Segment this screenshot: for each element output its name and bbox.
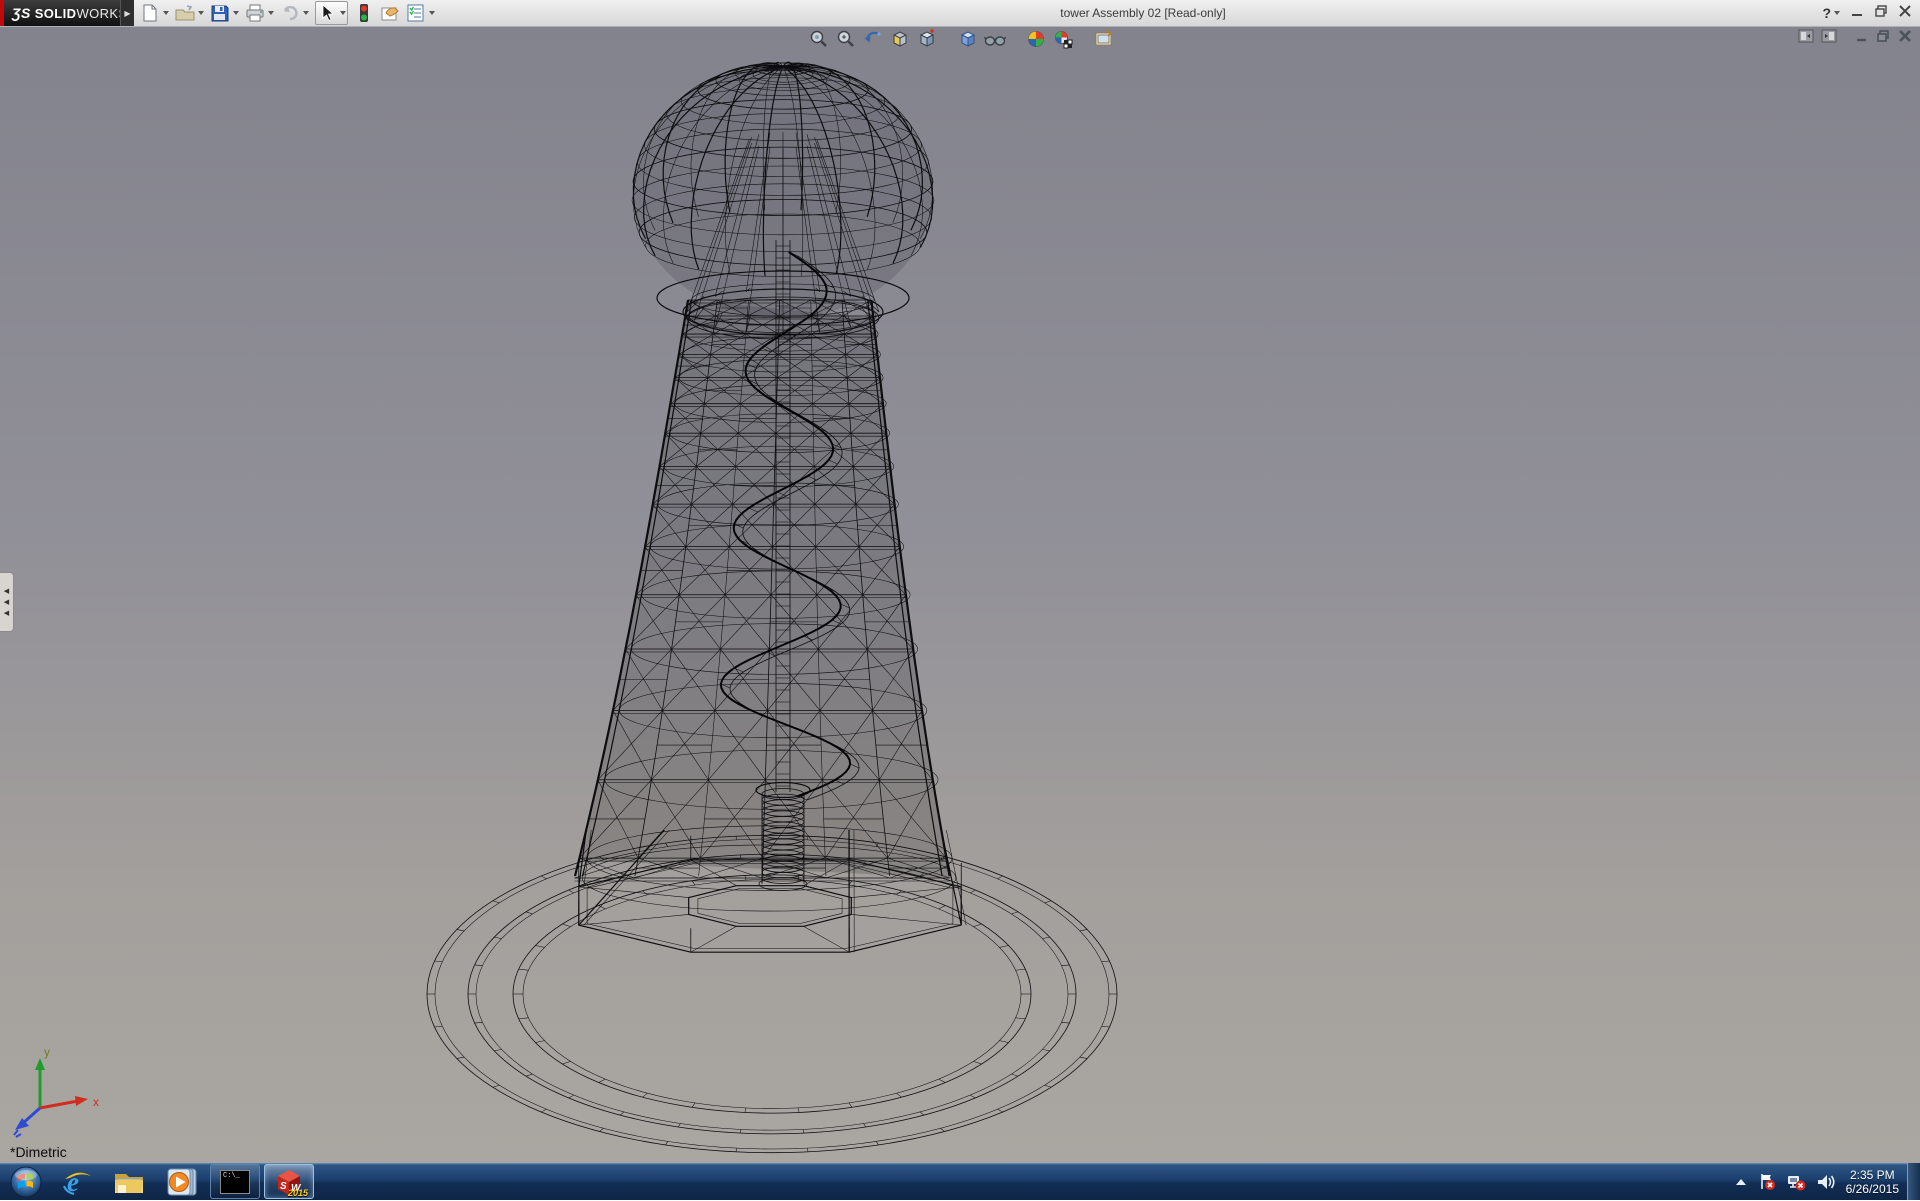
volume-button[interactable]: [1816, 1173, 1836, 1191]
action-center-flag-icon: [1758, 1173, 1776, 1191]
display-style-icon[interactable]: [957, 28, 979, 50]
help-button[interactable]: ?: [1822, 5, 1840, 21]
system-tray: 2:35 PM 6/26/2015: [1734, 1163, 1920, 1200]
new-document-icon: [140, 3, 160, 23]
windows-start-orb-icon: [9, 1165, 43, 1199]
undo-dropdown-caret[interactable]: [303, 11, 309, 15]
windows-taskbar: e C:\_ S: [0, 1163, 1920, 1200]
stoplight-icon: [354, 3, 374, 23]
command-prompt-icon: C:\_: [220, 1170, 250, 1194]
feature-panel-collapsed-tab[interactable]: ◀ ◀ ◀: [0, 572, 14, 632]
zoom-to-fit-icon[interactable]: [808, 28, 830, 50]
taskbar-clock[interactable]: 2:35 PM 6/26/2015: [1846, 1168, 1899, 1196]
speaker-icon: [1816, 1173, 1836, 1191]
menu-expand-arrow[interactable]: ▶: [120, 0, 134, 26]
brand-bold: SOLID: [35, 6, 77, 21]
stoplight-button[interactable]: [354, 3, 374, 23]
clock-date: 6/26/2015: [1846, 1182, 1899, 1196]
edit-appearance-icon[interactable]: [1025, 28, 1047, 50]
select-dropdown-caret[interactable]: [340, 11, 346, 15]
doc-minimize-button[interactable]: [1855, 29, 1869, 48]
collapse-arrow-icon: ◀: [4, 610, 9, 617]
taskbar-windows-explorer[interactable]: [104, 1165, 156, 1198]
taskbar-media-player[interactable]: [156, 1165, 208, 1198]
show-hidden-icons-button[interactable]: [1734, 1177, 1748, 1187]
pane-right-icon[interactable]: [1821, 29, 1837, 48]
taskbar-internet-explorer[interactable]: e: [52, 1165, 104, 1198]
solidworks-2015-icon: S W 2015: [274, 1168, 304, 1196]
wireframe-tower-model[interactable]: [0, 26, 1920, 1163]
sketch-button[interactable]: [380, 3, 400, 23]
open-dropdown-caret[interactable]: [198, 11, 204, 15]
doc-restore-button[interactable]: [1876, 29, 1891, 48]
new-dropdown-caret[interactable]: [163, 11, 169, 15]
restore-button[interactable]: [1874, 4, 1888, 23]
collapse-arrow-icon: ◀: [4, 599, 9, 606]
pane-left-icon[interactable]: [1798, 29, 1814, 48]
save-dropdown-caret[interactable]: [233, 11, 239, 15]
minimize-button[interactable]: [1850, 4, 1864, 23]
hide-show-items-icon[interactable]: [984, 28, 1006, 50]
options-button[interactable]: [406, 3, 435, 23]
brand-accent-stripe: [0, 0, 4, 26]
network-disconnected-icon: [1786, 1173, 1806, 1191]
select-cursor-icon: [317, 3, 337, 23]
zoom-to-area-icon[interactable]: [835, 28, 857, 50]
open-button[interactable]: [175, 3, 204, 23]
collapse-arrow-icon: ◀: [4, 588, 9, 595]
headsup-view-toolbar: [808, 28, 1120, 50]
options-checklist-icon: [406, 3, 426, 23]
taskbar-solidworks[interactable]: S W 2015: [264, 1164, 314, 1199]
media-player-icon: [165, 1166, 199, 1198]
print-dropdown-caret[interactable]: [268, 11, 274, 15]
network-status-button[interactable]: [1786, 1173, 1806, 1191]
start-button[interactable]: [0, 1165, 52, 1198]
main-toolbar: [140, 0, 441, 26]
action-center-button[interactable]: [1758, 1173, 1776, 1191]
view-settings-icon[interactable]: [1093, 28, 1115, 50]
sketch-icon: [380, 3, 400, 23]
title-bar: ƷSSOLIDWORKS ▶: [0, 0, 1920, 27]
help-dropdown-caret[interactable]: [1834, 11, 1840, 15]
taskbar-command-prompt[interactable]: C:\_: [210, 1164, 260, 1199]
window-controls: ?: [1822, 0, 1912, 26]
open-folder-icon: [175, 3, 195, 23]
graphics-viewport[interactable]: ◀ ◀ ◀ y x *Dimetric: [0, 26, 1920, 1163]
window-title: tower Assembly 02 [Read-only]: [1060, 6, 1225, 20]
show-desktop-button[interactable]: [1907, 1163, 1920, 1200]
save-button[interactable]: [210, 3, 239, 23]
solidworks-year-label: 2015: [288, 1188, 308, 1198]
print-icon: [245, 3, 265, 23]
save-floppy-icon: [210, 3, 230, 23]
apply-scene-icon[interactable]: [1052, 28, 1074, 50]
solidworks-logo: ƷSSOLIDWORKS: [0, 0, 120, 26]
clock-time: 2:35 PM: [1846, 1168, 1899, 1182]
section-view-icon[interactable]: [889, 28, 911, 50]
close-button[interactable]: [1898, 4, 1912, 23]
doc-close-button[interactable]: [1898, 29, 1912, 48]
folder-icon: [113, 1167, 147, 1197]
brand-glyph: ƷS: [12, 5, 31, 21]
brand-text: ƷSSOLIDWORKS: [12, 5, 128, 21]
view-orientation-label: *Dimetric: [10, 1144, 67, 1160]
options-dropdown-caret[interactable]: [429, 11, 435, 15]
document-window-controls: [1798, 29, 1912, 48]
triad-y-label: y: [44, 1046, 50, 1059]
undo-icon: [280, 3, 300, 23]
undo-button[interactable]: [280, 3, 309, 23]
svg-text:S: S: [280, 1181, 287, 1192]
previous-view-icon[interactable]: [862, 28, 884, 50]
triad-x-label: x: [93, 1095, 99, 1109]
chevron-up-icon: [1734, 1177, 1748, 1187]
internet-explorer-icon: e: [62, 1166, 94, 1198]
new-button[interactable]: [140, 3, 169, 23]
print-button[interactable]: [245, 3, 274, 23]
select-button[interactable]: [315, 1, 348, 25]
help-icon: ?: [1822, 5, 1831, 21]
select-tool-frame[interactable]: [315, 1, 348, 25]
orientation-triad: y x: [8, 1046, 118, 1138]
view-orientation-icon[interactable]: [916, 28, 938, 50]
